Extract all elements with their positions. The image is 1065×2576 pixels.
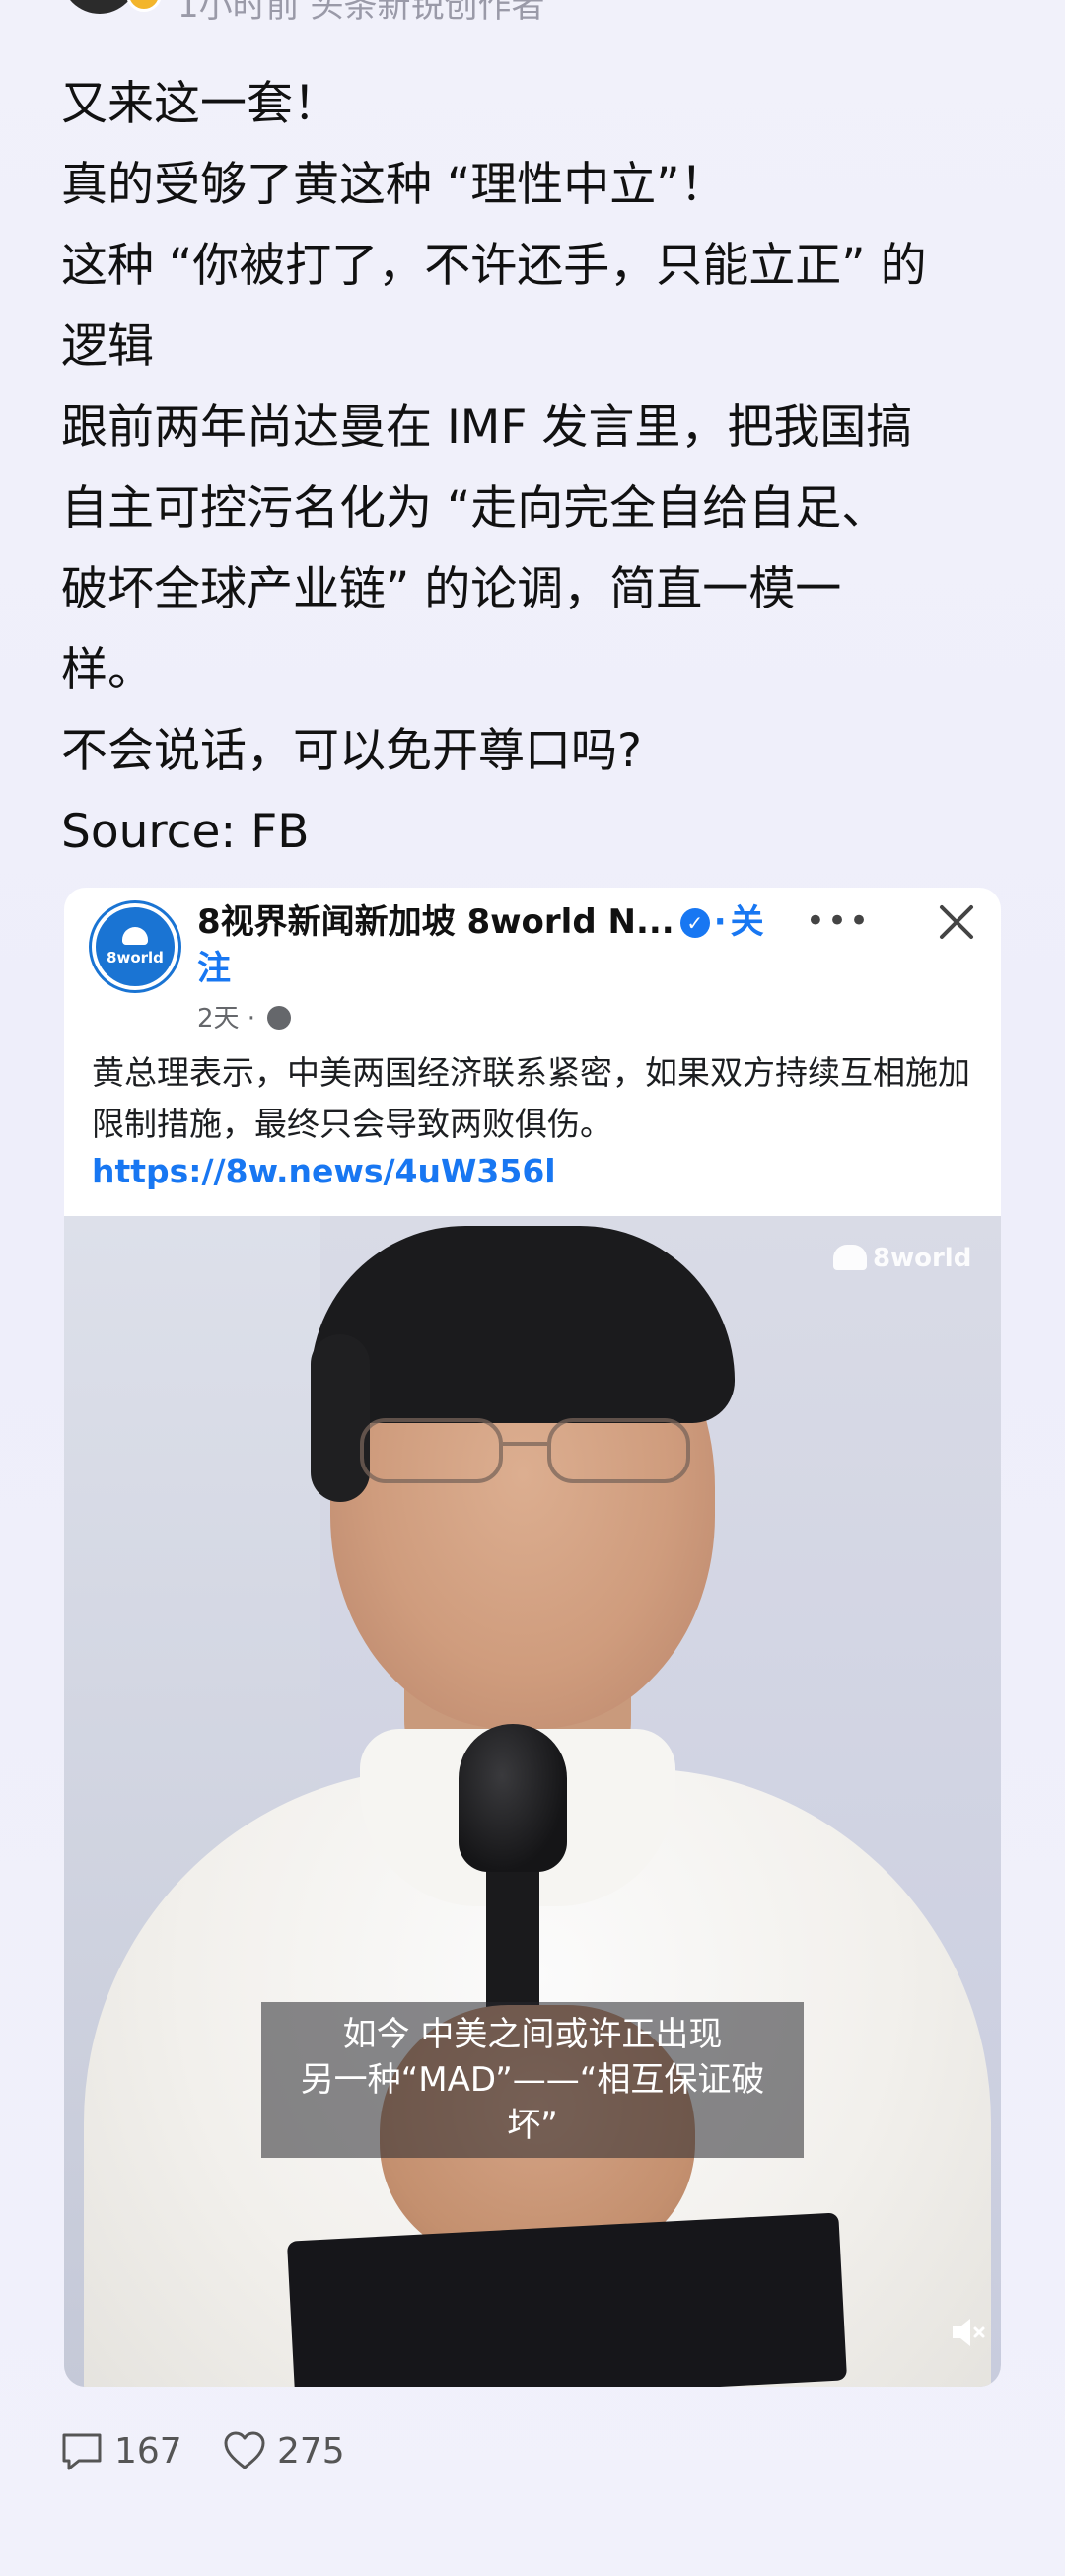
subtitle-line: 如今 中美之间或许正出现 [342,2015,723,2054]
glasses-lens [360,1418,503,1483]
post-actions: 167 275 [59,2426,848,2475]
verified-badge-icon: ✓ [679,908,710,938]
post-line: 这种 “你被打了，不许还手，只能立正” 的 [61,239,927,293]
glasses-lens [547,1418,690,1483]
post-line: 样。 [61,643,154,697]
clipboard [286,2212,848,2387]
microphone-head [459,1724,567,1872]
post-line: 不会说话，可以免开尊口吗? [61,724,642,778]
post-meta: 2天 · [197,998,292,1035]
creator-badge-icon [126,0,162,12]
comment-count: 167 [114,2430,182,2471]
author-meta: 1小时前 头条新锐创作者 [178,0,545,26]
page-name[interactable]: 8视界新闻新加坡 8world N... [197,902,674,942]
follow-button[interactable]: 关 [731,902,764,942]
card-header: 8world 8视界新闻新加坡 8world N... ✓ · 关 注 ••• 2天 … [64,888,1001,1213]
like-count: 275 [277,2430,345,2471]
post-line: 破坏全球产业链” 的论调，简直一模一 [61,562,842,616]
dot-separator: · [713,902,727,942]
watermark-text: 8world [873,1244,972,1273]
globe-icon [267,1006,292,1030]
page-avatar[interactable]: 8world [92,903,178,990]
page-name-block: 8视界新闻新加坡 8world N... ✓ · 关 注 [197,899,828,992]
glasses-bridge [503,1442,547,1446]
article-link[interactable]: https://8w.news/4uW356l [92,1152,556,1190]
post-line: Source: FB [61,805,310,859]
post-line: 真的受够了黄这种 “理性中立”！ [61,158,727,212]
8world-logo-icon [122,927,148,945]
post-body: 又来这一套！ 真的受够了黄这种 “理性中立”！ 这种 “你被打了，不许还手，只能… [61,64,1018,873]
post-line: 逻辑 [61,320,154,374]
embedded-facebook-card[interactable]: 8world 8视界新闻新加坡 8world N... ✓ · 关 注 ••• 2天 … [64,888,1001,2387]
card-caption: 黄总理表示，中美两国经济联系紧密，如果双方持续互相施加限制措施，最终只会导致两败… [92,1053,970,1143]
post-line: 跟前两年尚达曼在 IMF 发言里，把我国搞 [61,400,913,455]
avatar-text: 8world [106,949,164,966]
subtitle-line: 另一种“MAD”——“相互保证破坏” [300,2060,765,2145]
post-line: 又来这一套！ [61,77,339,131]
author-avatar[interactable] [61,0,138,14]
post-line: 自主可控污名化为 “走向完全自给自足、 [61,481,888,536]
close-icon[interactable] [932,897,981,947]
video-watermark: 8world [833,1244,971,1273]
more-options-icon[interactable]: ••• [804,901,873,941]
post-time: 2天 · [197,1004,256,1034]
follow-button-wrap[interactable]: 注 [197,949,231,988]
video-player[interactable]: 8world 如今 中美之间或许正出现 另一种“MAD”——“相互保证破坏” [64,1216,1001,2387]
speaker-glasses [360,1418,695,1487]
speaker-hair [311,1226,735,1423]
like-button[interactable]: 275 [222,2426,345,2475]
mute-icon[interactable] [947,2311,990,2354]
author-row[interactable]: 1小时前 头条新锐创作者 [61,0,949,26]
heart-icon [224,2431,265,2469]
comment-button[interactable]: 167 [59,2426,182,2475]
comment-icon [62,2433,102,2470]
video-subtitles: 如今 中美之间或许正出现 另一种“MAD”——“相互保证破坏” [261,2002,804,2158]
8world-watermark-icon [833,1245,867,1270]
